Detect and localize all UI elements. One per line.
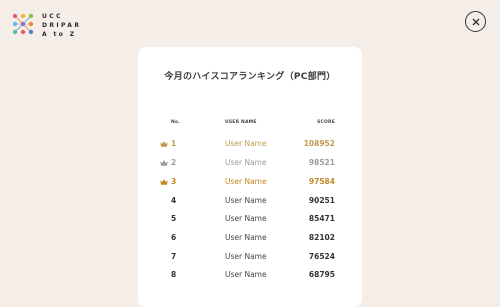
score-value: 68795 [308,270,335,279]
rank-number: 2 [171,158,177,167]
score-value: 85471 [308,214,335,223]
score-value: 76524 [308,252,335,261]
crown-icon [160,140,168,147]
rank-number: 1 [171,139,177,148]
user-name: User Name [225,252,267,261]
rank-cell: 3 [160,177,184,186]
table-row: 8 User Name 68795 [138,270,362,284]
logo-line-1: UCC [42,13,63,20]
rank-cell: 4 [160,196,184,205]
table-row: 4 User Name 90251 [138,196,362,210]
rank-cell: 7 [160,252,184,261]
rank-cell: 5 [160,214,184,223]
table-row: 3 User Name 97584 [138,177,362,191]
page-title: 今月のハイスコアランキング（PC部門） [164,72,336,82]
score-value: 97584 [308,177,335,186]
rank-number: 3 [171,177,177,186]
user-name: User Name [225,233,267,242]
header-score: SCORE [317,120,335,125]
logo-line-2: DRIPAR [42,22,82,29]
score-value: 108952 [303,139,335,148]
user-name: User Name [225,196,267,205]
header-no: No. [171,120,181,125]
close-icon [472,18,479,25]
crown-icon [160,178,168,185]
rank-number: 4 [171,196,177,205]
rank-cell: 8 [160,270,184,279]
score-value: 98521 [308,158,335,167]
ranking-card: 今月のハイスコアランキング（PC部門） No. USER NAME SCORE … [138,47,362,307]
table-row: 5 User Name 85471 [138,214,362,228]
header-user-name: USER NAME [225,120,257,125]
rank-number: 7 [171,252,177,261]
table-row: 6 User Name 82102 [138,233,362,247]
crown-icon [160,159,168,166]
logo-text: UCC DRIPAR A to Z [42,13,81,39]
rank-cell: 2 [160,158,184,167]
rank-number: 8 [171,270,177,279]
logo: UCC DRIPAR A to Z [12,13,81,39]
rank-number: 5 [171,214,177,223]
close-button[interactable] [465,11,486,32]
user-name: User Name [225,158,267,167]
rank-cell: 1 [160,139,184,148]
score-value: 82102 [308,233,335,242]
rank-cell: 6 [160,233,184,242]
rank-number: 6 [171,233,177,242]
score-value: 90251 [308,196,335,205]
table-row: 1 User Name 108952 [138,139,362,153]
logo-line-3: A to Z [42,31,77,38]
user-name: User Name [225,214,267,223]
user-name: User Name [225,270,267,279]
table-row: 2 User Name 98521 [138,158,362,172]
user-name: User Name [225,177,267,186]
user-name: User Name [225,139,267,148]
logo-mark-icon [12,13,34,35]
table-row: 7 User Name 76524 [138,252,362,266]
